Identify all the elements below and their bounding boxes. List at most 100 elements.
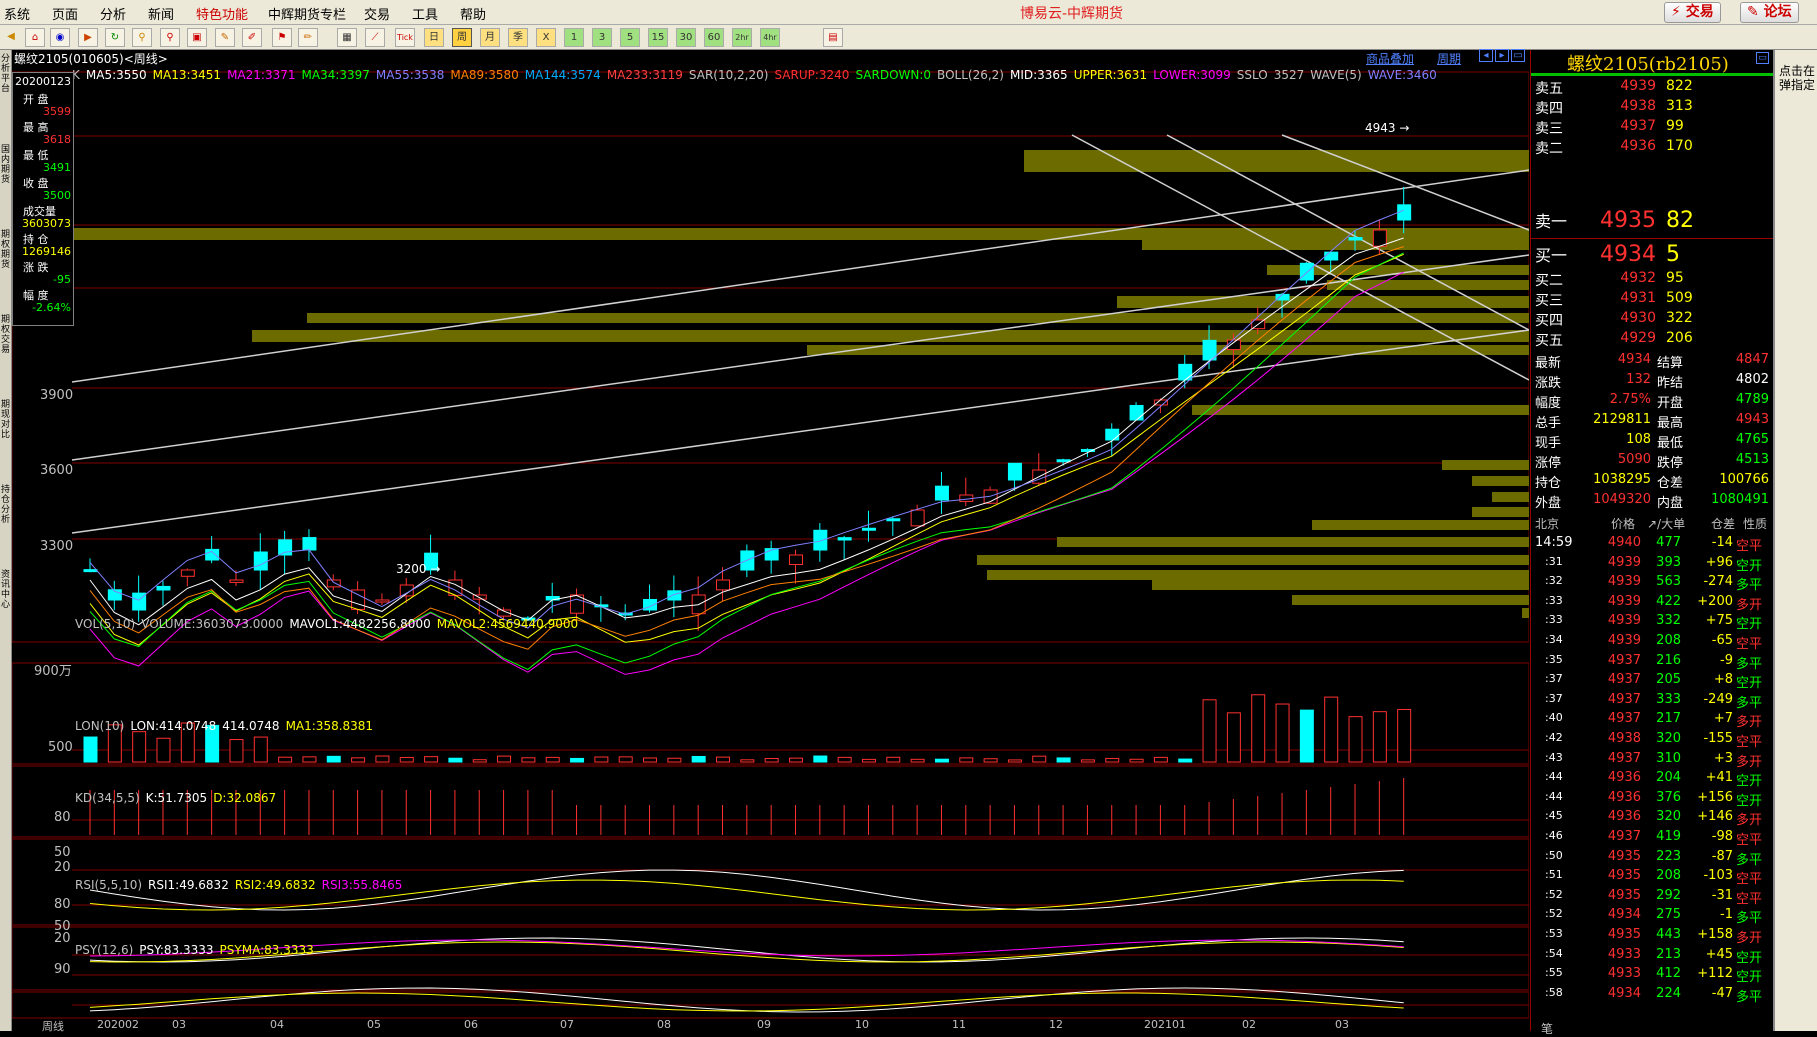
menu-help[interactable]: 帮助 [460,4,486,23]
tick-nature: 空开 [1736,558,1763,574]
tick-price: 4936 [1607,770,1641,786]
stat-label: 现手 [1535,436,1562,451]
bid-row: 95 [1666,270,1684,286]
x-axis-label: 10 [855,1018,869,1031]
far-right-hint: 点击在弹指定 [1779,64,1816,92]
pin-icon[interactable]: ⚑ [272,28,292,47]
forum-button[interactable]: ✎ 论坛 [1740,2,1799,23]
min1-icon[interactable]: 1 [564,28,584,47]
tab-options-trade[interactable]: 期权交易 [1,315,10,355]
tab-info-center[interactable]: 资讯中心 [1,570,10,610]
tab-options-futures[interactable]: 期权期货 [1,230,10,270]
table-icon[interactable]: ▦ [337,28,357,47]
hr4-icon[interactable]: 4hr [760,28,780,47]
paint-icon[interactable]: ✐ [242,28,262,47]
tick-oi: +146 [1697,809,1733,825]
tab-position-analysis[interactable]: 持仓分析 [1,485,10,525]
menu-analysis[interactable]: 分析 [100,4,126,23]
tab-spot-compare[interactable]: 期现对比 [1,400,10,440]
zoom-icon[interactable]: ⚲ [160,28,180,47]
min15-icon[interactable]: 15 [648,28,668,47]
lon-tick: 500 [48,740,73,755]
min60-icon[interactable]: 60 [704,28,724,47]
bid-row: 206 [1666,330,1693,346]
tick-price: 4937 [1607,691,1641,707]
week-icon[interactable]: 周 [452,28,472,47]
period-link[interactable]: 周期 [1437,50,1461,67]
tick-time: :42 [1545,731,1563,744]
tick-vol: 422 [1656,593,1681,609]
edit-icon[interactable]: ✏ [298,28,318,47]
chart-icon[interactable]: ⟋ [365,28,385,47]
hr2-icon[interactable]: 2hr [732,28,752,47]
min3-icon[interactable]: 3 [592,28,612,47]
trade-button[interactable]: ⚡ 交易 [1664,2,1721,23]
video-icon[interactable]: ▶ [78,28,98,47]
low-annotation: 3200 → [396,562,441,576]
tick-list: 14:59 4940 477 -14 空平:31 4939 393 +96 空开:32 4939 5… [1531,535,1773,1015]
home-icon[interactable]: ⌂ [25,28,45,47]
panel-toggle-icon[interactable]: ▭ [1756,52,1769,64]
bid-row: 4934 [1600,242,1656,267]
menu-column[interactable]: 中辉期货专栏 [268,4,346,23]
chart-area[interactable]: 螺纹2105(010605)<周线> 商品叠加 周期 ◂ ▸ ▭ K MA5:35… [12,49,1529,1033]
overlay-link[interactable]: 商品叠加 [1366,50,1414,67]
tick-nature: 空开 [1736,950,1763,966]
tick-nature: 多平 [1736,656,1763,672]
volume-bar [326,755,341,763]
search-icon[interactable]: ⚲ [132,28,152,47]
tick-header-cell: 北京 [1535,517,1560,531]
menu-special[interactable]: 特色功能 [196,4,248,23]
back-icon[interactable]: ◀ [2,28,20,45]
tick-oi: -155 [1703,731,1733,746]
menu-page[interactable]: 页面 [52,4,78,23]
kd-legend: KD(34,5,5) K:51.7305 D:32.0867 [75,791,282,805]
menu-system[interactable]: 系统 [4,4,30,23]
min30-icon[interactable]: 30 [676,28,696,47]
window-icon[interactable]: ▣ [187,28,207,47]
ma-legend-item: MA21:3371 [227,68,296,82]
menu-news[interactable]: 新闻 [148,4,174,23]
min5-icon[interactable]: 5 [620,28,640,47]
trend-line [71,329,1529,534]
tick-time: :40 [1545,711,1563,725]
menu-trade[interactable]: 交易 [364,4,390,23]
day-icon[interactable]: 日 [424,28,444,47]
volume-bar [375,755,390,763]
zoom-out-icon[interactable]: ▸ [1495,49,1509,62]
vol-legend-item: MAVOL2:4569440.9000 [436,617,579,631]
tick-icon[interactable]: Tick [395,28,415,47]
splitter[interactable] [1773,50,1775,1031]
layout-icon[interactable]: ▭ [1511,49,1525,62]
candle-body [180,569,195,577]
tick-price: 4935 [1607,868,1641,884]
ask-row: 313 [1666,98,1693,114]
tick-vol: 563 [1656,574,1681,590]
x-icon[interactable]: X [536,28,556,47]
trade-button-label: 交易 [1685,4,1714,20]
tick-vol: 223 [1656,848,1681,864]
menu-tools[interactable]: 工具 [412,4,438,23]
low-annotation-value: 3200 [396,562,427,576]
draw-icon[interactable]: ✎ [215,28,235,47]
month-icon[interactable]: 月 [480,28,500,47]
ma-legend-item: MA89:3580 [450,68,519,82]
ma-legend-item: MA5:3550 [85,68,147,82]
stat-value: 1049320 [1593,492,1651,507]
ma-legend: K MA5:3550 MA13:3451 MA21:3371 MA34:3397 MA55… [72,68,1443,82]
reload-icon[interactable]: ↻ [105,28,125,47]
stat-value: 4847 [1735,352,1769,367]
tab-analysis-platform[interactable]: 分析平台 [1,54,10,94]
tick-header-cell: 性质 [1743,517,1768,531]
stat-value: 4934 [1617,352,1651,367]
tab-domestic-futures[interactable]: 国内期货 [1,145,10,185]
volume-bar [643,757,658,763]
refresh-icon[interactable]: ◉ [50,28,70,47]
rsi-legend-item: RSI2:49.6832 [234,878,316,892]
tick-nature: 空平 [1736,872,1763,888]
tick-price: 4937 [1607,652,1641,668]
calc-icon[interactable]: ▤ [823,28,843,47]
zoom-in-icon[interactable]: ◂ [1479,49,1493,62]
tick-time: :44 [1545,789,1563,803]
season-icon[interactable]: 季 [508,28,528,47]
